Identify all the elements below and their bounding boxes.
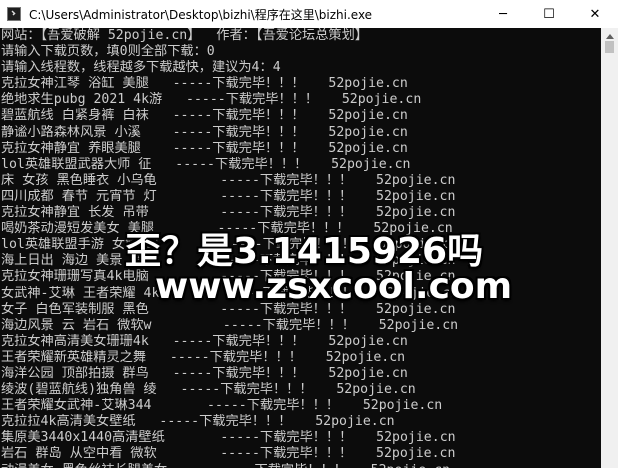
vertical-scrollbar[interactable]	[601, 28, 618, 468]
console-line: 女子 白色军装制服 黑色 -----下载完毕！！！ 52pojie.cn	[1, 301, 456, 317]
console-line: lol英雄联盟手游 女警 凯 -----下载完毕！！！ 52pojie.cn	[1, 237, 459, 253]
console-line: 床 女孩 黑色睡衣 小乌龟 -----下载完毕！！！ 52pojie.cn	[1, 172, 456, 188]
console-line: 克拉女神珊珊写真4k电脑 -----下载完毕！！！ 52pojie.cn	[1, 269, 456, 285]
console-line: 岩石 群岛 从空中看 微软 -----下载完毕！！！ 52pojie.cn	[1, 446, 456, 462]
console-line: 海边风景 云 岩石 微软w -----下载完毕！！！ 52pojie.cn	[1, 317, 459, 333]
title-bar[interactable]: C:\Users\Administrator\Desktop\bizhi\程序在…	[0, 0, 618, 28]
window-title: C:\Users\Administrator\Desktop\bizhi\程序在…	[29, 7, 373, 22]
console-line: 碧蓝航线 白紧身裤 白袜 -----下载完毕！！！ 52pojie.cn	[1, 108, 408, 124]
console-line: 女武神-艾琳 王者荣耀 4k -----下载完毕！！！ 52pojie.cn	[1, 285, 459, 301]
minimize-button[interactable]: ─	[480, 0, 526, 28]
console-line: 克拉拉4k高清美女壁纸 -----下载完毕！！！ 52pojie.cn	[1, 414, 395, 430]
console-line: 克拉女神静宜 养眼美腿 -----下载完毕！！！ 52pojie.cn	[1, 140, 408, 156]
console-line: 喝奶茶动漫短发美女 美腿 -----下载完毕！！！ 52pojie.cn	[1, 221, 453, 237]
console-line: 四川成都 春节 元宵节 灯 -----下载完毕！！！ 52pojie.cn	[1, 188, 456, 204]
console-line: 海洋公园 顶部拍摄 群鸟 -----下载完毕！！！ 52pojie.cn	[1, 365, 408, 381]
console-line: 网站：【吾爱破解 52pojie.cn】 作者：【吾爱论坛总策划】	[1, 28, 368, 43]
console-line: 王者荣耀女武神-艾琳344 -----下载完毕！！！ 52pojie.cn	[1, 398, 443, 414]
console-line: 请输入下载页数，填0则全部下载：0	[1, 44, 215, 60]
console-line: 动漫美女 黑色丝袜长腿美女 -----下载完毕！！！ 52pojie.cn	[1, 463, 602, 468]
console-line: 静谧小路森林风景 小溪 -----下载完毕！！！ 52pojie.cn	[1, 124, 408, 140]
console-line: 海上日出 海边 美景 清晨 -----下载完毕！！！ 52pojie.cn	[1, 253, 456, 269]
console-line: 克拉女神江琴 浴缸 美腿 -----下载完毕！！！ 52pojie.cn	[1, 76, 408, 92]
scroll-thumb[interactable]	[605, 41, 614, 53]
console-line: 克拉女神静宜 长发 吊带 -----下载完毕！！！ 52pojie.cn	[1, 205, 456, 221]
console-output[interactable]: 网站：【吾爱破解 52pojie.cn】 作者：【吾爱论坛总策划】 请输入下载页数…	[0, 28, 602, 468]
console-line: 绝地求生pubg 2021 4k游 -----下载完毕！！！ 52pojie.c…	[1, 92, 422, 108]
console-window: C:\Users\Administrator\Desktop\bizhi\程序在…	[0, 0, 618, 468]
console-line: 王者荣耀新英雄精灵之舞 -----下载完毕！！！ 52pojie.cn	[1, 349, 406, 365]
close-button[interactable]: ✕	[572, 0, 618, 28]
console-line: lol英雄联盟武器大师 征 -----下载完毕！！！ 52pojie.cn	[1, 156, 411, 172]
maximize-button[interactable]: ☐	[526, 0, 572, 28]
console-line: 克拉女神高清美女珊珊4k -----下载完毕！！！ 52pojie.cn	[1, 333, 408, 349]
window-controls: ─ ☐ ✕	[480, 0, 618, 28]
console-line: 集原美3440x1440高清壁纸 -----下载完毕！！！ 52pojie.cn	[1, 430, 456, 446]
console-app-icon[interactable]	[7, 7, 21, 21]
console-line: 绫波(碧蓝航线)独角兽 绫 -----下载完毕！！！ 52pojie.cn	[1, 382, 416, 398]
console-line: 请输入线程数，线程越多下载越快，建议为4：4	[1, 60, 281, 76]
